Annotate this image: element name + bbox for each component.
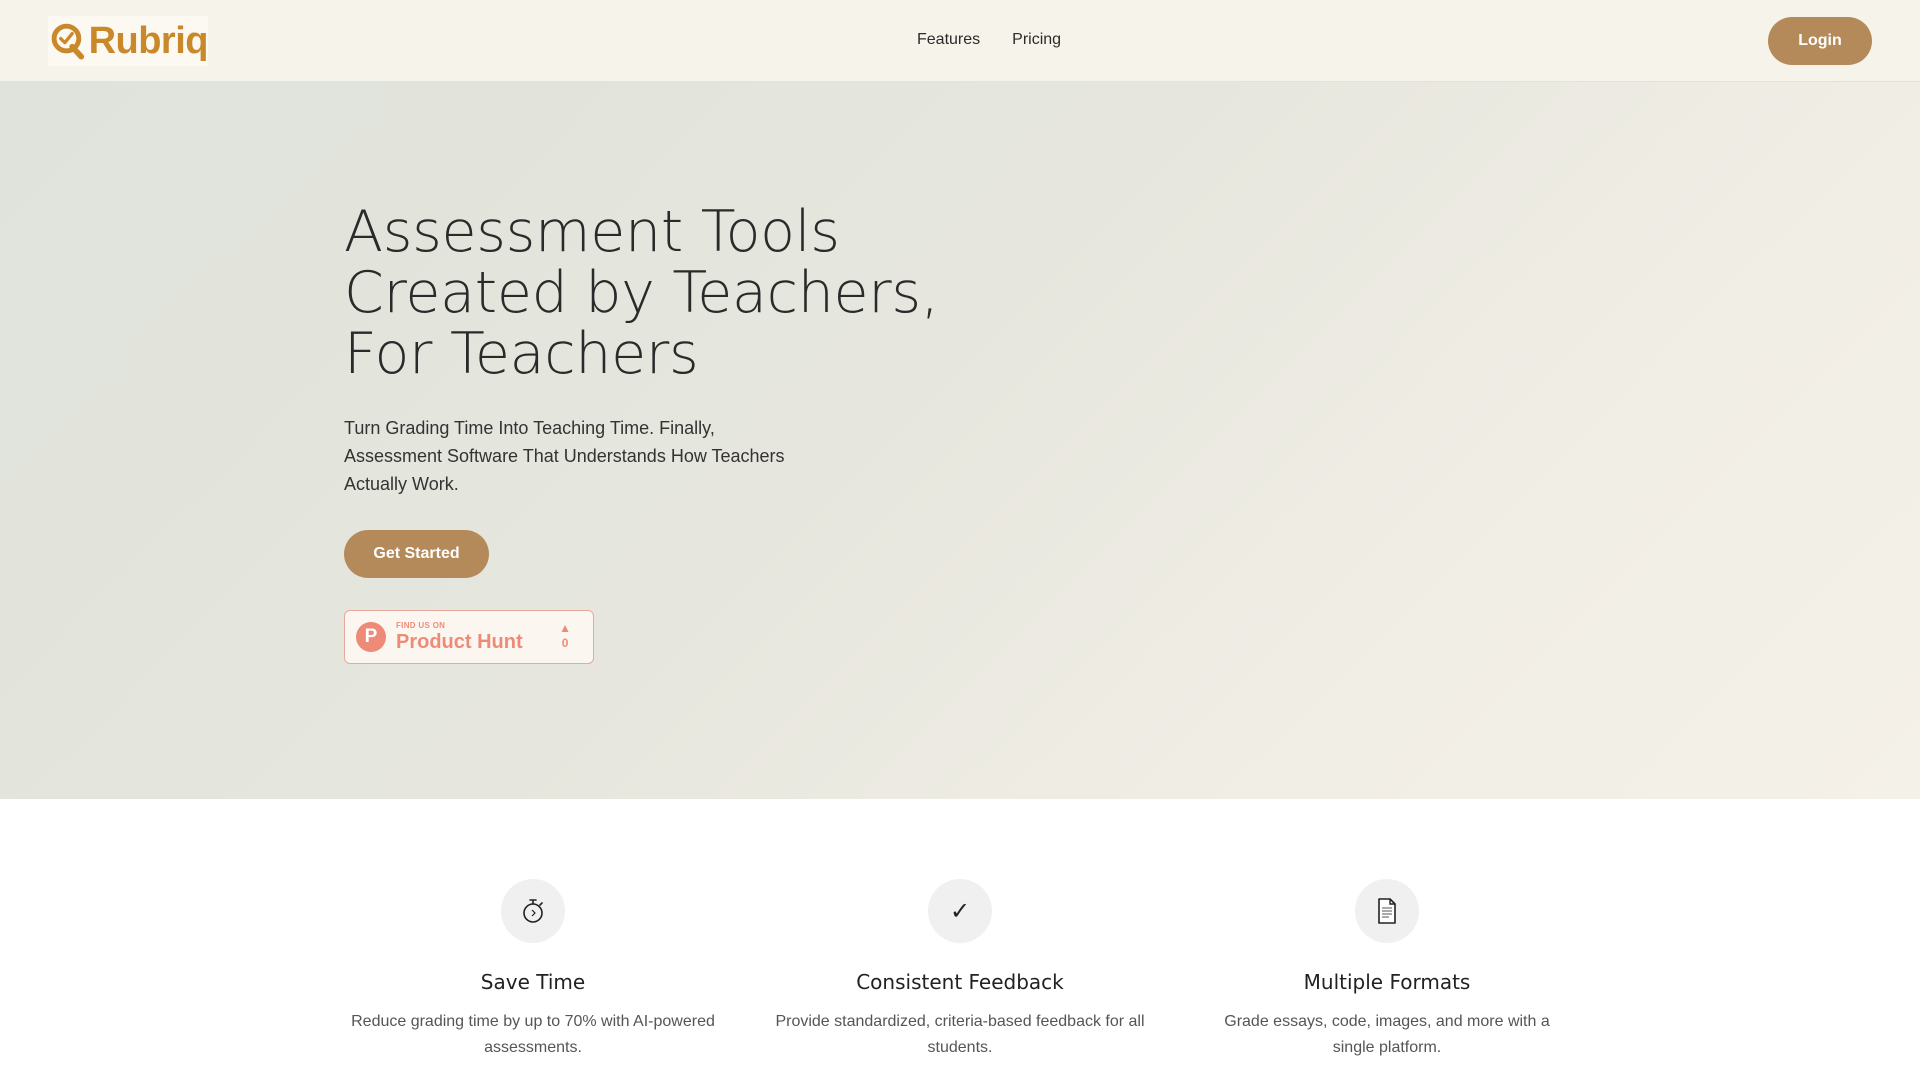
site-header: Rubriq Features Pricing Login [0,0,1920,82]
product-hunt-small-label: FIND US ON [396,621,446,630]
hero-title-line: For Teachers [344,321,699,387]
upvote-arrow-icon: ▲ [559,621,571,635]
hero-section: Assessment Tools Created by Teachers, Fo… [0,82,1920,799]
stopwatch-icon [501,879,565,943]
logo-q-check-icon [51,23,85,60]
features-section: Save Time Reduce grading time by up to 7… [0,799,1920,1080]
nav-pricing-link[interactable]: Pricing [1012,29,1061,51]
feature-description: Reduce grading time by up to 70% with AI… [351,1013,715,1056]
vote-count: 0 [561,636,569,650]
feature-description: Provide standardized, criteria-based fee… [775,1013,1145,1056]
nav-features-link[interactable]: Features [917,29,980,51]
logo-text: Rubriq [88,20,209,62]
feature-description: Grade essays, code, images, and more wit… [1224,1013,1550,1056]
product-hunt-badge[interactable]: P FIND US ON Product Hunt ▲ 0 [344,610,594,664]
feature-consistent-feedback: ✓ Consistent Feedback Provide standardiz… [765,879,1155,1061]
feature-title: Save Time [480,970,586,994]
hero-title: Assessment Tools Created by Teachers, Fo… [344,202,984,385]
product-hunt-logo-icon: P [356,622,386,652]
hero-title-line: Created by Teachers, [344,260,939,326]
hero-title-line: Assessment Tools [344,199,840,265]
product-hunt-votes: ▲ 0 [559,621,571,651]
checkmark-icon: ✓ [928,879,992,943]
feature-save-time: Save Time Reduce grading time by up to 7… [338,879,728,1061]
feature-title: Multiple Formats [1303,970,1471,994]
logo[interactable]: Rubriq [48,16,209,66]
stopwatch-icon-glyph [523,899,543,923]
get-started-button[interactable]: Get Started [344,530,489,578]
document-icon [1355,879,1419,943]
login-button[interactable]: Login [1768,17,1872,65]
hero-subtitle: Turn Grading Time Into Teaching Time. Fi… [344,418,785,494]
main-nav: Features Pricing [917,29,1061,51]
product-hunt-label: Product Hunt [396,631,523,653]
document-icon-glyph [1378,898,1396,924]
product-hunt-text: FIND US ON Product Hunt [396,621,523,653]
feature-multiple-formats: Multiple Formats Grade essays, code, ima… [1192,879,1582,1061]
feature-title: Consistent Feedback [856,970,1064,994]
